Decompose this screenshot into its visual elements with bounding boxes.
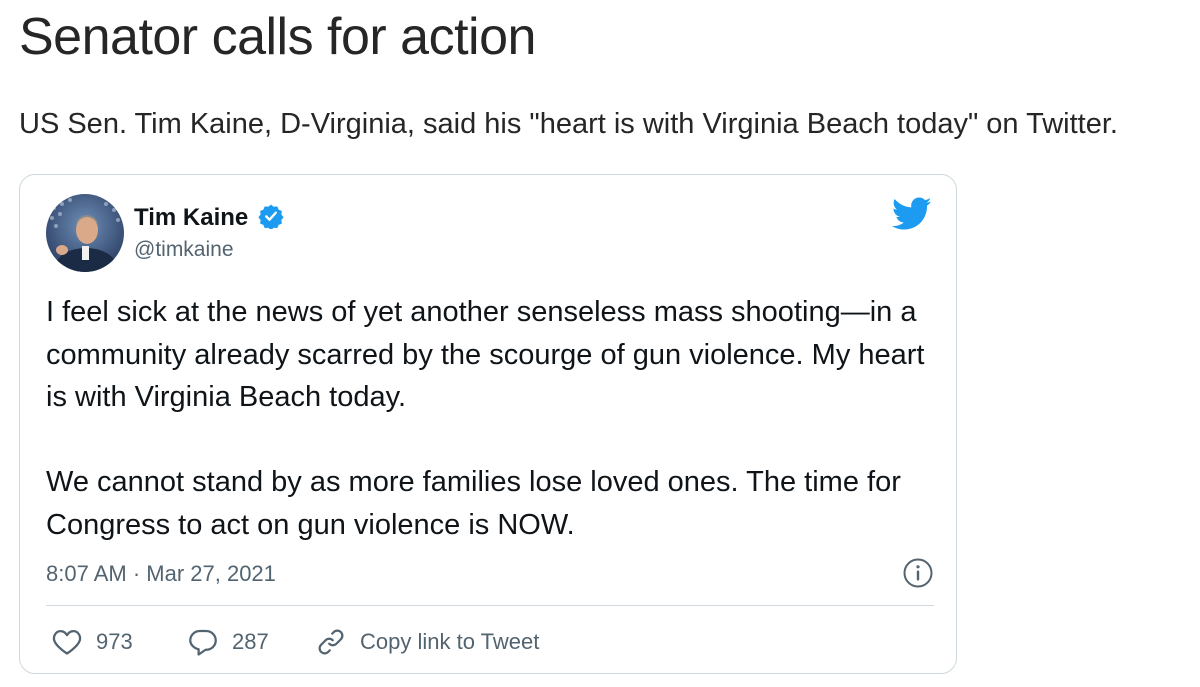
twitter-bird-icon[interactable] <box>891 197 932 231</box>
author-handle[interactable]: @timkaine <box>134 237 234 263</box>
author-avatar[interactable] <box>46 194 124 272</box>
verified-badge-icon <box>258 203 284 230</box>
tweet-paragraph: I feel sick at the news of yet another s… <box>46 296 925 413</box>
reply-button[interactable]: 287 <box>188 625 269 659</box>
heart-icon <box>52 630 82 655</box>
copy-link-button[interactable]: Copy link to Tweet <box>316 625 539 659</box>
article-lede: US Sen. Tim Kaine, D-Virginia, said his … <box>19 108 1118 140</box>
author-name[interactable]: Tim Kaine <box>134 203 248 233</box>
like-count: 973 <box>96 629 133 654</box>
article-headline: Senator calls for action <box>19 8 536 66</box>
tweet-paragraph: We cannot stand by as more families lose… <box>46 466 901 541</box>
tweet-text: I feel sick at the news of yet another s… <box>46 291 946 546</box>
copy-link-label: Copy link to Tweet <box>360 629 540 654</box>
tweet-timestamp[interactable]: 8:07 AM · Mar 27, 2021 <box>46 559 276 589</box>
link-icon <box>318 629 344 655</box>
embedded-tweet-card[interactable]: Tim Kaine @timkaine I feel sick at the n… <box>19 174 957 674</box>
info-icon[interactable] <box>902 557 934 589</box>
reply-count: 287 <box>232 629 269 654</box>
speech-bubble-icon <box>189 629 217 656</box>
like-button[interactable]: 973 <box>52 625 133 659</box>
tweet-divider <box>46 605 934 606</box>
